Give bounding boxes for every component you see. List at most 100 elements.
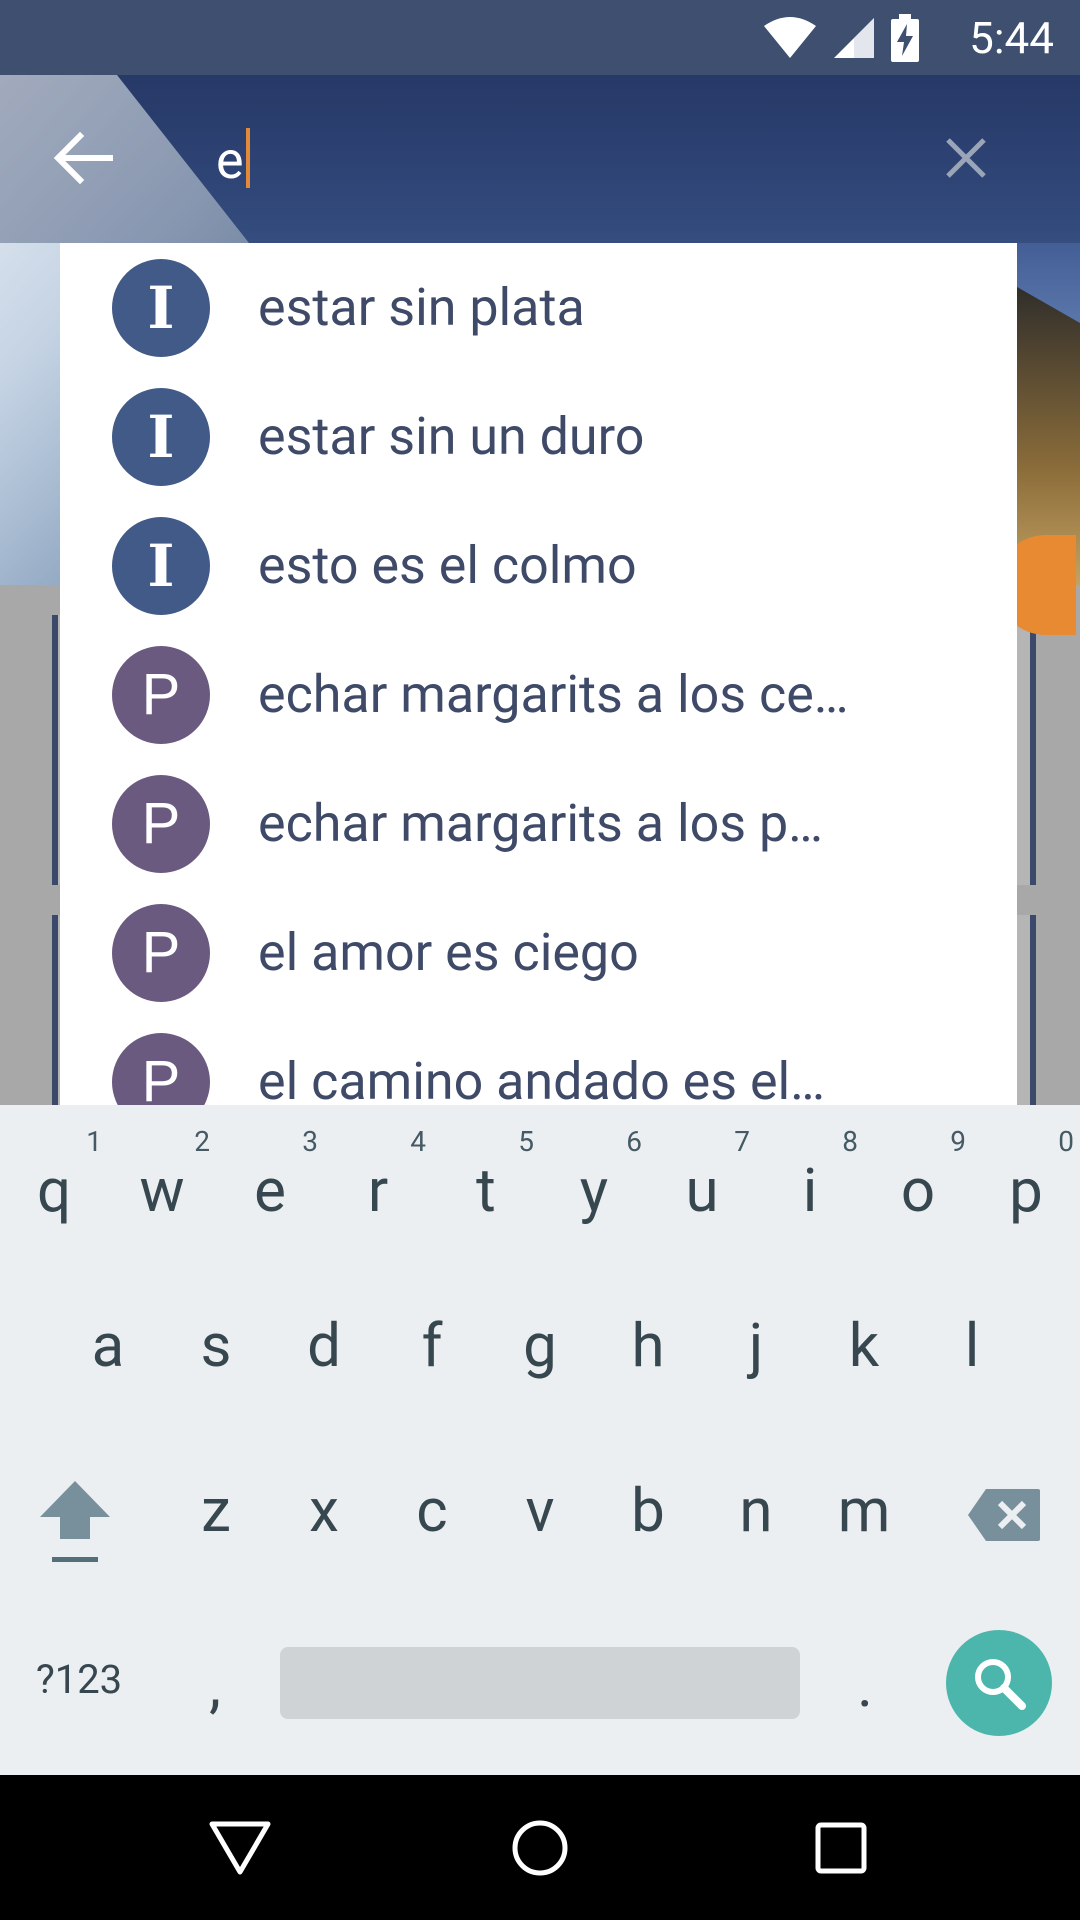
status-bar: 5:44 xyxy=(0,0,1080,75)
key-c[interactable]: c xyxy=(378,1435,486,1585)
symbols-key[interactable]: ?123 xyxy=(14,1610,144,1760)
key-hint: 2 xyxy=(194,1125,210,1158)
key-label: k xyxy=(848,1310,880,1381)
soft-keyboard: 1q 2w 3e 4r 5t 6y 7u 8i 9o 0p a s d f g … xyxy=(0,1105,1080,1775)
key-s[interactable]: s xyxy=(162,1270,270,1420)
backspace-key[interactable] xyxy=(950,1435,1058,1585)
suggestion-text: esto es el colmo xyxy=(258,535,637,596)
navigation-bar xyxy=(0,1775,1080,1920)
proverb-badge: P xyxy=(112,903,210,1002)
key-label: t xyxy=(476,1155,496,1226)
close-icon[interactable] xyxy=(944,136,988,180)
suggestion-item[interactable]: I estar sin un duro xyxy=(60,372,1017,501)
comma-key[interactable]: , xyxy=(160,1610,270,1760)
suggestion-text: estar sin un duro xyxy=(258,406,645,467)
key-label: q xyxy=(36,1155,72,1226)
key-m[interactable]: m xyxy=(810,1435,918,1585)
period-key[interactable]: . xyxy=(810,1610,920,1760)
key-k[interactable]: k xyxy=(810,1270,918,1420)
key-label: c xyxy=(416,1475,448,1546)
suggestions-list: I estar sin plata I estar sin un duro I … xyxy=(60,243,1017,1105)
suggestion-item[interactable]: P echar margarits a los p… xyxy=(60,759,1017,888)
key-label: s xyxy=(200,1310,232,1381)
status-time: 5:44 xyxy=(969,12,1054,64)
key-d[interactable]: d xyxy=(270,1270,378,1420)
key-j[interactable]: j xyxy=(702,1270,810,1420)
suggestion-text: echar margarits a los ce… xyxy=(258,664,849,725)
key-h[interactable]: h xyxy=(594,1270,702,1420)
key-hint: 7 xyxy=(734,1125,750,1158)
suggestion-item[interactable]: P el amor es ciego xyxy=(60,888,1017,1017)
key-hint: 4 xyxy=(410,1125,426,1158)
key-label: g xyxy=(523,1310,557,1381)
key-label: e xyxy=(254,1155,286,1226)
shift-key[interactable] xyxy=(20,1435,128,1585)
backspace-icon xyxy=(968,1489,1040,1541)
key-i[interactable]: 8i xyxy=(756,1105,864,1255)
key-n[interactable]: n xyxy=(702,1435,810,1585)
search-action-key[interactable] xyxy=(946,1630,1052,1736)
idiom-badge: I xyxy=(112,387,210,486)
key-g[interactable]: g xyxy=(486,1270,594,1420)
search-icon xyxy=(975,1659,1026,1710)
key-label: j xyxy=(748,1310,764,1381)
key-hint: 3 xyxy=(302,1125,318,1158)
key-a[interactable]: a xyxy=(54,1270,162,1420)
search-toolbar xyxy=(0,75,1080,243)
key-x[interactable]: x xyxy=(270,1435,378,1585)
arrow-back-icon[interactable] xyxy=(50,130,114,186)
nav-back-icon[interactable] xyxy=(208,1820,272,1876)
key-y[interactable]: 6y xyxy=(540,1105,648,1255)
suggestion-text: echar margarits a los p… xyxy=(258,793,823,854)
key-label: w xyxy=(139,1155,185,1226)
idiom-badge: I xyxy=(112,258,210,357)
key-u[interactable]: 7u xyxy=(648,1105,756,1255)
idiom-badge: I xyxy=(112,516,210,615)
search-input[interactable]: e xyxy=(216,128,250,191)
suggestion-item[interactable]: P echar margarits a los ce… xyxy=(60,630,1017,759)
space-key[interactable] xyxy=(280,1647,800,1719)
key-hint: 1 xyxy=(86,1125,102,1158)
key-label: f xyxy=(421,1310,443,1381)
suggestion-item[interactable]: I estar sin plata xyxy=(60,243,1017,372)
nav-recents-icon[interactable] xyxy=(814,1821,868,1875)
suggestion-item[interactable]: P el camino andado es el… xyxy=(60,1017,1017,1105)
key-label: i xyxy=(802,1155,818,1226)
key-t[interactable]: 5t xyxy=(432,1105,540,1255)
suggestion-item[interactable]: I esto es el colmo xyxy=(60,501,1017,630)
key-label: m xyxy=(837,1475,891,1546)
key-label: h xyxy=(631,1310,665,1381)
key-b[interactable]: b xyxy=(594,1435,702,1585)
key-label: , xyxy=(209,1650,221,1721)
key-hint: 6 xyxy=(626,1125,642,1158)
key-label: z xyxy=(201,1475,231,1546)
key-w[interactable]: 2w xyxy=(108,1105,216,1255)
key-label: v xyxy=(525,1475,555,1546)
search-query: e xyxy=(216,130,244,191)
key-e[interactable]: 3e xyxy=(216,1105,324,1255)
proverb-badge: P xyxy=(112,1032,210,1105)
key-l[interactable]: l xyxy=(918,1270,1026,1420)
suggestion-text: estar sin plata xyxy=(258,277,585,338)
key-hint: 5 xyxy=(518,1125,534,1158)
key-label: a xyxy=(91,1310,125,1381)
key-hint: 9 xyxy=(950,1125,966,1158)
wifi-icon xyxy=(764,17,816,58)
key-r[interactable]: 4r xyxy=(324,1105,432,1255)
key-label: d xyxy=(307,1310,341,1381)
status-icons xyxy=(762,14,920,62)
suggestion-text: el amor es ciego xyxy=(258,922,639,983)
key-v[interactable]: v xyxy=(486,1435,594,1585)
key-label: b xyxy=(631,1475,665,1546)
key-hint: 8 xyxy=(842,1125,858,1158)
key-label: . xyxy=(857,1650,873,1721)
key-f[interactable]: f xyxy=(378,1270,486,1420)
key-label: l xyxy=(964,1310,980,1381)
key-o[interactable]: 9o xyxy=(864,1105,972,1255)
nav-home-icon[interactable] xyxy=(510,1818,570,1878)
key-q[interactable]: 1q xyxy=(0,1105,108,1255)
key-label: r xyxy=(367,1155,389,1226)
key-p[interactable]: 0p xyxy=(972,1105,1080,1255)
key-z[interactable]: z xyxy=(162,1435,270,1585)
key-hint: 0 xyxy=(1058,1125,1074,1158)
